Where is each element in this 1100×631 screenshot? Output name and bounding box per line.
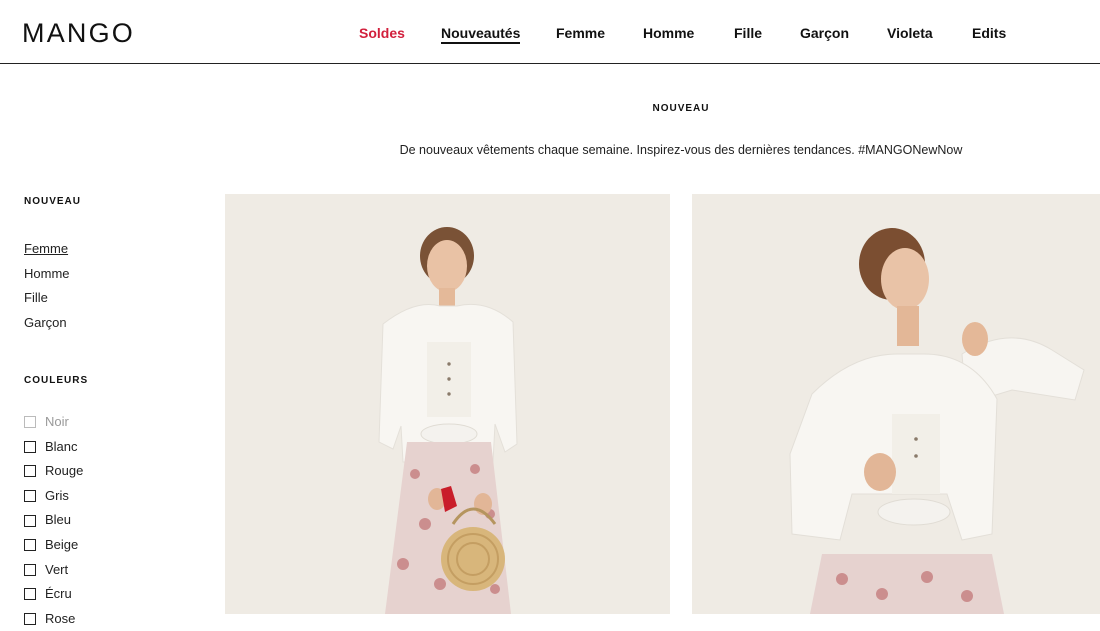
color-label: Beige xyxy=(45,536,79,552)
nav-item-fille[interactable]: Fille xyxy=(734,25,762,41)
checkbox[interactable] xyxy=(24,440,36,453)
nav-item-femme[interactable]: Femme xyxy=(556,25,605,41)
color-filter-beige[interactable]: Beige xyxy=(24,533,194,558)
filter-link-fille[interactable]: Fille xyxy=(24,286,194,311)
product-photo xyxy=(692,194,1100,614)
filter-sidebar: NOUVEAU Femme Homme Fille Garçon COULEUR… xyxy=(24,196,194,631)
product-photo xyxy=(225,194,670,614)
filter-link-femme[interactable]: Femme xyxy=(24,237,194,262)
color-filter-vert[interactable]: Vert xyxy=(24,558,194,583)
checkbox[interactable] xyxy=(24,588,36,601)
page-description: De nouveaux vêtements chaque semaine. In… xyxy=(399,143,963,157)
color-filter-gris[interactable]: Gris xyxy=(24,484,194,509)
color-label: Bleu xyxy=(45,512,72,528)
checkbox xyxy=(24,416,36,429)
color-filter-blanc[interactable]: Blanc xyxy=(24,435,194,460)
color-label: Écru xyxy=(45,586,72,602)
section-heading-nouveau: NOUVEAU xyxy=(24,196,82,207)
color-label: Vert xyxy=(45,561,69,577)
color-filter-rose[interactable]: Rose xyxy=(24,607,194,631)
color-label: Blanc xyxy=(45,438,78,454)
site-header: MANGO Soldes Nouveautés Femme Homme Fill… xyxy=(0,0,1100,64)
color-filter-ecru[interactable]: Écru xyxy=(24,582,194,607)
page-title: NOUVEAU xyxy=(652,103,710,114)
product-card-2[interactable] xyxy=(692,194,1100,614)
nav-item-soldes[interactable]: Soldes xyxy=(359,25,405,41)
nav-item-homme[interactable]: Homme xyxy=(643,25,694,41)
nav-item-violeta[interactable]: Violeta xyxy=(887,25,933,41)
color-filter-rouge[interactable]: Rouge xyxy=(24,459,194,484)
nav-item-edits[interactable]: Edits xyxy=(972,25,1006,41)
checkbox[interactable] xyxy=(24,514,36,527)
nav-item-garcon[interactable]: Garçon xyxy=(800,25,849,41)
checkbox[interactable] xyxy=(24,563,36,576)
color-label: Gris xyxy=(45,487,69,503)
nav-item-nouveautes[interactable]: Nouveautés xyxy=(441,25,521,44)
color-filter-bleu[interactable]: Bleu xyxy=(24,508,194,533)
checkbox[interactable] xyxy=(24,539,36,552)
color-label: Rouge xyxy=(45,463,84,479)
color-label: Rose xyxy=(45,610,76,626)
checkbox[interactable] xyxy=(24,490,36,503)
filter-link-garcon[interactable]: Garçon xyxy=(24,311,194,336)
checkbox[interactable] xyxy=(24,465,36,478)
main-nav: Soldes Nouveautés Femme Homme Fille Garç… xyxy=(0,0,1100,64)
product-card-1[interactable] xyxy=(225,194,670,614)
section-heading-couleurs: COULEURS xyxy=(24,375,89,386)
color-filter-noir: Noir xyxy=(24,410,194,435)
filter-link-homme[interactable]: Homme xyxy=(24,262,194,287)
color-label: Noir xyxy=(45,414,69,429)
checkbox[interactable] xyxy=(24,613,36,626)
